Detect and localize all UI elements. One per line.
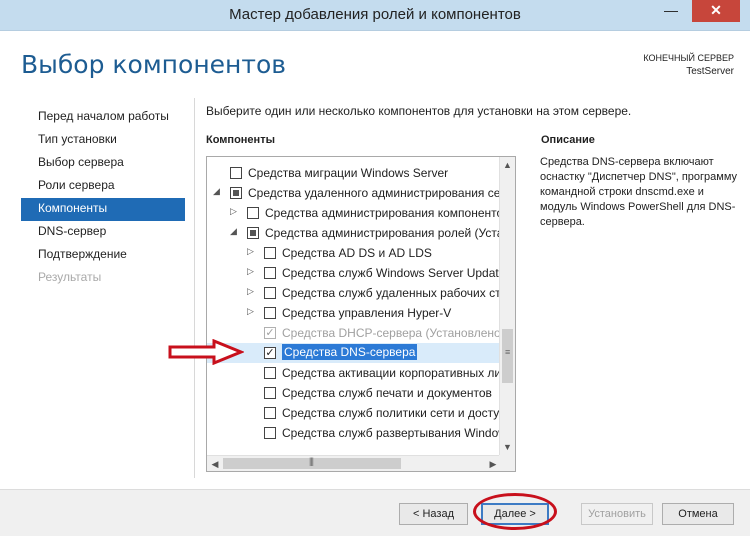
nav-item-confirmation[interactable]: Подтверждение — [21, 244, 185, 267]
expand-icon[interactable]: ▷ — [247, 266, 257, 277]
tree-item[interactable]: ✓ Средства DHCP-сервера (Установлено) — [207, 323, 499, 343]
tree-item[interactable]: Средства миграции Windows Server — [207, 163, 499, 183]
nav-item-dns-server[interactable]: DNS-сервер — [21, 221, 185, 244]
window-title: Мастер добавления ролей и компонентов — [229, 6, 521, 23]
tree-item[interactable]: ▷ Средства служб Windows Server Update Se… — [207, 263, 499, 283]
tree-item-label: Средства служб печати и документов — [282, 386, 492, 400]
tree-item-checkbox[interactable] — [230, 187, 242, 199]
tree-item-label: Средства DNS-сервера — [282, 344, 418, 360]
scroll-down-icon[interactable]: ▼ — [500, 439, 515, 455]
expand-icon[interactable]: ▷ — [247, 306, 257, 317]
scroll-up-icon[interactable]: ▲ — [500, 157, 515, 173]
content-divider — [194, 98, 195, 478]
tree-item[interactable]: Средства активации корпоративных лицензи… — [207, 363, 499, 383]
tree-item-label: Средства служб развертывания Windows — [282, 426, 499, 440]
nav-item-features[interactable]: Компоненты — [21, 198, 185, 221]
tree-item[interactable]: ▷ Средства управления Hyper-V — [207, 303, 499, 323]
components-heading: Компоненты — [206, 134, 275, 146]
tree-item-label: Средства миграции Windows Server — [248, 166, 449, 180]
tree-item-label: Средства служб политики сети и доступа — [282, 406, 499, 420]
nav-item-server-roles[interactable]: Роли сервера — [21, 175, 185, 198]
tree-item-checkbox[interactable] — [264, 287, 276, 299]
tree-item-label: Средства служб Windows Server Update Ser… — [282, 266, 499, 280]
description-heading: Описание — [541, 134, 595, 146]
nav-item-results: Результаты — [38, 270, 102, 284]
scrollbar-corner — [499, 455, 515, 471]
scroll-left-icon[interactable]: ◀ — [207, 456, 223, 471]
install-button: Установить — [581, 503, 653, 525]
horizontal-scrollbar[interactable]: ◀ ||| ▶ — [207, 455, 501, 471]
tree-item-checkbox[interactable] — [264, 387, 276, 399]
tree-item[interactable]: Средства служб развертывания Windows — [207, 423, 499, 443]
horizontal-scroll-thumb[interactable]: ||| — [223, 456, 401, 469]
wizard-footer: < Назад Далее > Установить Отмена — [0, 489, 750, 536]
tree-item-label: Средства служб удаленных рабочих столов — [282, 286, 499, 300]
tree-item-checkbox[interactable] — [264, 267, 276, 279]
tree-item-label: Средства администрирования ролей (Устано… — [265, 226, 499, 240]
back-button[interactable]: < Назад — [399, 503, 468, 525]
tree-item[interactable]: ▷ Средства служб удаленных рабочих столов — [207, 283, 499, 303]
vertical-scrollbar[interactable]: ▲ ≡ ▼ — [499, 157, 515, 455]
tree-item-label: Средства DHCP-сервера (Установлено) — [282, 326, 499, 340]
tree-item-checkbox[interactable] — [264, 367, 276, 379]
tree-item-label: Средства AD DS и AD LDS — [282, 246, 432, 260]
tree-item[interactable]: ◢ Средства удаленного администрирования с… — [207, 183, 499, 203]
close-button[interactable]: ✕ — [692, 0, 740, 22]
tree-item-checkbox[interactable] — [247, 227, 259, 239]
title-bar: Мастер добавления ролей и компонентов — … — [0, 0, 750, 31]
instruction-text: Выберите один или несколько компонентов … — [206, 104, 632, 118]
description-text: Средства DNS-сервера включают оснастку "… — [540, 156, 738, 228]
vertical-scroll-thumb[interactable]: ≡ — [502, 329, 513, 383]
cancel-button[interactable]: Отмена — [662, 503, 734, 525]
collapse-icon[interactable]: ◢ — [213, 186, 223, 197]
tree-item[interactable]: Средства служб печати и документов — [207, 383, 499, 403]
tree-item-checkbox[interactable] — [264, 307, 276, 319]
tree-item-checkbox[interactable] — [264, 427, 276, 439]
annotation-arrow-icon — [168, 339, 244, 365]
tree-item-label: Средства управления Hyper-V — [282, 306, 452, 320]
tree-item-checkbox: ✓ — [264, 327, 276, 339]
wizard-nav: Перед началом работы Тип установки Выбор… — [21, 106, 185, 290]
tree-item-label: Средства удаленного администрирования се… — [248, 186, 499, 200]
expand-icon[interactable]: ▷ — [247, 286, 257, 297]
tree-item-label: Средства активации корпоративных лицензи… — [282, 366, 499, 380]
destination-server-label: КОНЕЧНЫЙ СЕРВЕР — [643, 53, 734, 63]
tree-item[interactable]: ◢ Средства администрирования ролей (Устан… — [207, 223, 499, 243]
tree-item-label: Средства администрирования компонентов — [265, 206, 499, 220]
collapse-icon[interactable]: ◢ — [230, 226, 240, 237]
tree-item[interactable]: ✓ Средства DNS-сервера — [207, 343, 499, 363]
nav-item-server-selection[interactable]: Выбор сервера — [21, 152, 185, 175]
tree-item[interactable]: ▷ Средства администрирования компонентов — [207, 203, 499, 223]
tree-item-checkbox[interactable] — [264, 407, 276, 419]
tree-item-checkbox[interactable] — [247, 207, 259, 219]
annotation-ring — [473, 493, 557, 530]
components-tree[interactable]: Средства миграции Windows Server ◢ Средств… — [206, 156, 516, 472]
tree-item-checkbox[interactable] — [230, 167, 242, 179]
page-title: Выбор компонентов — [21, 50, 286, 79]
tree-item[interactable]: Средства служб политики сети и доступа — [207, 403, 499, 423]
tree-item-checkbox[interactable] — [264, 247, 276, 259]
tree-item[interactable]: ▷ Средства AD DS и AD LDS — [207, 243, 499, 263]
expand-icon[interactable]: ▷ — [230, 206, 240, 217]
nav-item-before-you-begin[interactable]: Перед началом работы — [21, 106, 185, 129]
nav-item-installation-type[interactable]: Тип установки — [21, 129, 185, 152]
tree-item-checkbox[interactable]: ✓ — [264, 347, 276, 359]
destination-server-name: TestServer — [686, 66, 734, 77]
minimize-button[interactable]: — — [657, 0, 685, 22]
expand-icon[interactable]: ▷ — [247, 246, 257, 257]
